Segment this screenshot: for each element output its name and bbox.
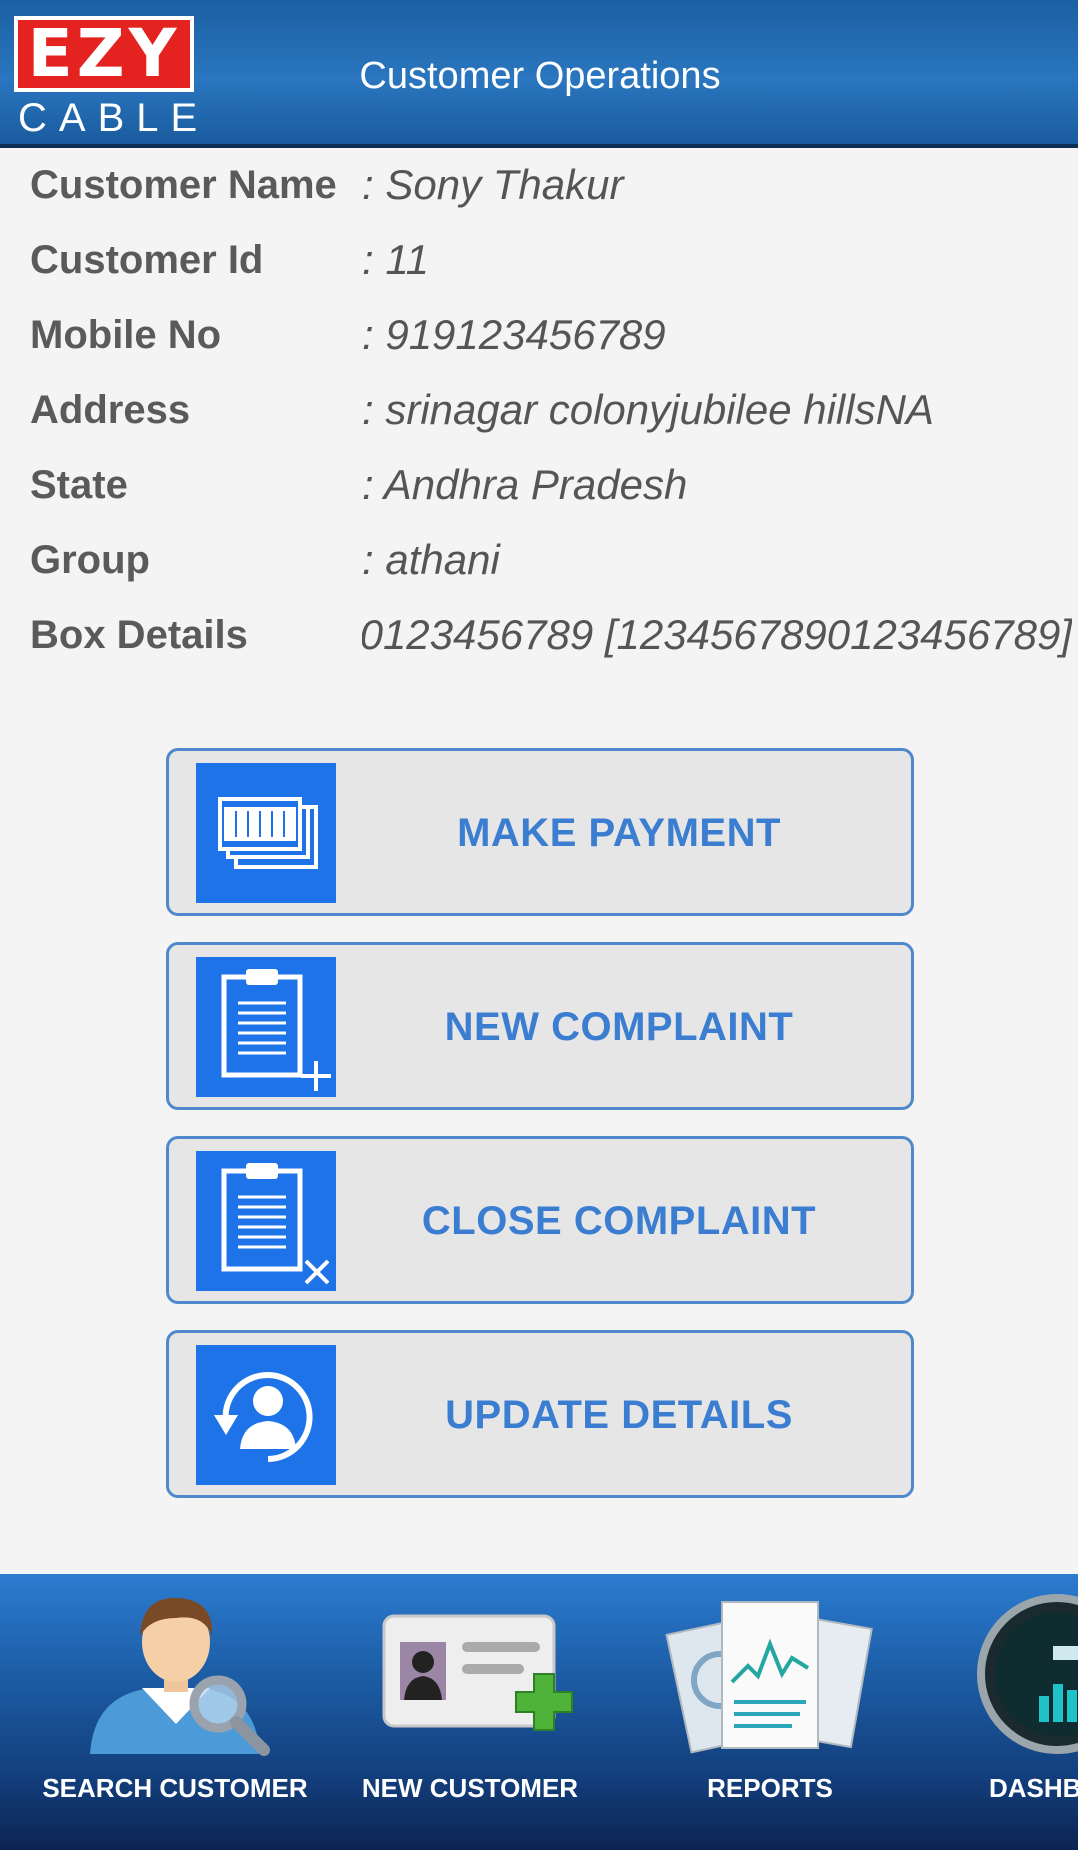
clipboard-plus-icon: [196, 957, 336, 1097]
detail-value: : Andhra Pradesh: [362, 461, 688, 508]
nav-reports[interactable]: REPORTS: [630, 1574, 910, 1850]
nav-dashboard-label: DASHB: [989, 1773, 1078, 1803]
detail-label: Box Details: [30, 613, 248, 657]
detail-label: State: [30, 463, 128, 507]
id-card-add-icon: [382, 1614, 573, 1731]
make-payment-button[interactable]: MAKE PAYMENT: [166, 748, 914, 916]
nav-dashboard[interactable]: DASHB: [965, 1574, 1078, 1850]
new-complaint-label: NEW COMPLAINT: [444, 1005, 794, 1049]
detail-row-customer-name: Customer Name : Sony Thakur: [0, 150, 1078, 220]
detail-row-address: Address : srinagar colonyjubilee hillsNA: [0, 375, 1078, 445]
detail-row-customer-id: Customer Id : 11: [0, 225, 1078, 295]
detail-label: Mobile No: [30, 313, 222, 357]
detail-row-mobile-no: Mobile No : 919123456789: [0, 300, 1078, 370]
new-complaint-button[interactable]: NEW COMPLAINT: [166, 942, 914, 1110]
detail-value: : Sony Thakur: [362, 161, 624, 208]
ezy-cable-logo: EZY CABLE: [14, 16, 210, 142]
update-details-button[interactable]: UPDATE DETAILS: [166, 1330, 914, 1498]
box-details-scroll-value[interactable]: 90123456789 [1234567890123456789]: [362, 610, 1072, 660]
person-search-icon: [90, 1597, 270, 1756]
user-refresh-icon: [196, 1345, 336, 1485]
detail-value: : 919123456789: [362, 311, 666, 358]
update-details-label: UPDATE DETAILS: [445, 1393, 793, 1437]
nav-new-customer[interactable]: NEW CUSTOMER: [330, 1574, 610, 1850]
logo-ezy-text: EZY: [14, 16, 194, 92]
nav-reports-label: REPORTS: [707, 1773, 833, 1803]
logo-cable-text: CABLE: [18, 96, 210, 140]
make-payment-label: MAKE PAYMENT: [457, 811, 781, 855]
detail-row-state: State : Andhra Pradesh: [0, 450, 1078, 520]
customer-details: Customer Name : Sony Thakur Customer Id …: [0, 150, 1078, 690]
detail-value: 90123456789 [1234567890123456789]: [362, 611, 1072, 658]
bottom-navigation: SEARCH CUSTOMER NEW CUSTOMER REPORTS DAS…: [0, 1574, 1078, 1850]
detail-value: : athani: [362, 536, 500, 583]
detail-value: : 11: [362, 236, 429, 283]
detail-label: Customer Name: [30, 163, 337, 207]
detail-row-group: Group : athani: [0, 525, 1078, 595]
nav-search-customer-label: SEARCH CUSTOMER: [42, 1773, 308, 1803]
clipboard-x-icon: [196, 1151, 336, 1291]
app-header: EZY CABLE Customer Operations: [0, 0, 1078, 148]
nav-new-customer-label: NEW CUSTOMER: [361, 1773, 579, 1803]
close-complaint-button[interactable]: CLOSE COMPLAINT: [166, 1136, 914, 1304]
detail-label: Address: [30, 388, 191, 432]
nav-search-customer[interactable]: SEARCH CUSTOMER: [30, 1574, 320, 1850]
detail-label: Group: [30, 538, 150, 582]
detail-label: Customer Id: [30, 238, 264, 282]
cash-stack-icon: [196, 763, 336, 903]
report-charts-icon: [665, 1601, 873, 1754]
dashboard-gauge-icon: [977, 1594, 1078, 1754]
page-title: Customer Operations: [359, 55, 721, 97]
detail-value: : srinagar colonyjubilee hillsNA: [362, 386, 934, 433]
detail-row-box-details: Box Details 90123456789 [123456789012345…: [0, 600, 1078, 670]
close-complaint-label: CLOSE COMPLAINT: [421, 1199, 817, 1243]
